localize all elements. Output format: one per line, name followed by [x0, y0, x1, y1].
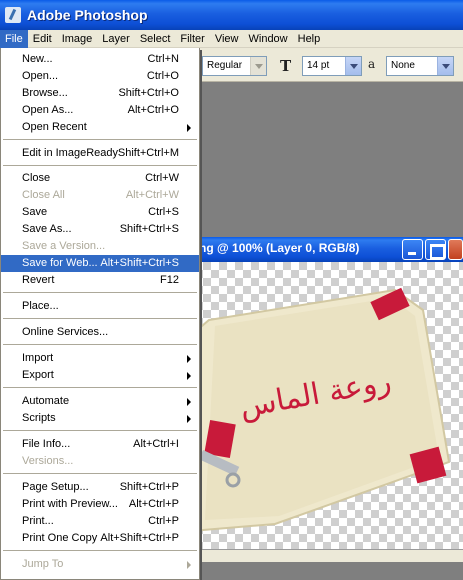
- menu-item-online-services[interactable]: Online Services...: [1, 324, 199, 341]
- font-style-select[interactable]: Regular: [202, 56, 267, 76]
- menu-filter[interactable]: Filter: [175, 30, 209, 48]
- menu-item-edit-in-imageready[interactable]: Edit in ImageReady Shift+Ctrl+M: [1, 145, 199, 162]
- menu-item-place[interactable]: Place...: [1, 298, 199, 315]
- menu-separator: [3, 344, 197, 345]
- menu-separator: [3, 550, 197, 551]
- menu-separator: [3, 139, 197, 140]
- menu-item-open[interactable]: Open... Ctrl+O: [1, 68, 199, 85]
- antialias-value: None: [391, 60, 415, 71]
- menu-item-print-with-preview[interactable]: Print with Preview... Alt+Ctrl+P: [1, 496, 199, 513]
- menu-item-browse[interactable]: Browse... Shift+Ctrl+O: [1, 85, 199, 102]
- menu-item-close-all: Close All Alt+Ctrl+W: [22, 189, 179, 201]
- font-size-select[interactable]: 14 pt: [302, 56, 362, 76]
- menu-layer[interactable]: Layer: [97, 30, 135, 48]
- submenu-arrow-icon: [187, 415, 191, 423]
- document-title-bar[interactable]: ng @ 100% (Layer 0, RGB/8): [195, 237, 463, 262]
- document-canvas[interactable]: روعة الماس: [195, 262, 463, 549]
- submenu-arrow-icon: [187, 355, 191, 363]
- menu-help[interactable]: Help: [293, 30, 326, 48]
- font-size-value: 14 pt: [307, 60, 330, 71]
- menu-item-jump-to: Jump To: [1, 556, 199, 573]
- font-style-value: Regular: [207, 60, 243, 71]
- submenu-arrow-icon: [187, 372, 191, 380]
- menu-item-open-recent[interactable]: Open Recent: [1, 119, 199, 136]
- menu-edit[interactable]: Edit: [28, 30, 57, 48]
- menu-item-open-as[interactable]: Open As... Alt+Ctrl+O: [1, 102, 199, 119]
- chevron-down-icon: [345, 57, 361, 75]
- menu-item-export[interactable]: Export: [1, 367, 199, 384]
- menu-select[interactable]: Select: [135, 30, 176, 48]
- document-window[interactable]: ng @ 100% (Layer 0, RGB/8) روعة الماس: [195, 237, 463, 562]
- window-title: Adobe Photoshop: [27, 7, 148, 23]
- menu-separator: [3, 387, 197, 388]
- menu-window[interactable]: Window: [244, 30, 293, 48]
- maximize-button[interactable]: [425, 239, 446, 260]
- menu-view[interactable]: View: [210, 30, 244, 48]
- menu-item-revert[interactable]: Revert F12: [1, 272, 199, 289]
- file-menu-dropdown: New... Ctrl+N Open... Ctrl+O Browse... Shif…: [0, 48, 200, 580]
- submenu-arrow-icon: [187, 124, 191, 132]
- menu-item-import[interactable]: Import: [1, 350, 199, 367]
- title-bar: Adobe Photoshop: [0, 0, 463, 30]
- menu-item-save-for-web[interactable]: Save for Web... Alt+Shift+Ctrl+S: [1, 255, 199, 272]
- menu-item-scripts[interactable]: Scripts: [1, 410, 199, 427]
- menu-separator: [3, 165, 197, 166]
- menu-image[interactable]: Image: [57, 30, 98, 48]
- chevron-down-icon: [437, 57, 453, 75]
- menu-item-file-info[interactable]: File Info... Alt+Ctrl+I: [1, 436, 199, 453]
- menu-separator: [3, 318, 197, 319]
- menu-item-automate[interactable]: Automate: [1, 393, 199, 410]
- menu-file[interactable]: File: [0, 29, 28, 48]
- menu-separator: [3, 430, 197, 431]
- menu-item-save-as[interactable]: Save As... Shift+Ctrl+S: [1, 221, 199, 238]
- submenu-arrow-icon: [187, 398, 191, 406]
- document-status-bar: [195, 549, 463, 562]
- photoshop-app-icon: [5, 7, 21, 23]
- chevron-down-icon: [250, 57, 266, 75]
- menu-item-print-one-copy[interactable]: Print One Copy Alt+Shift+Ctrl+P: [1, 530, 199, 547]
- menu-item-page-setup[interactable]: Page Setup... Shift+Ctrl+P: [1, 479, 199, 496]
- submenu-arrow-icon: [187, 561, 191, 569]
- minimize-button[interactable]: [402, 239, 423, 260]
- menu-item-save[interactable]: Save Ctrl+S: [1, 204, 199, 221]
- menu-bar: File Edit Image Layer Select Filter View…: [0, 29, 463, 48]
- menu-separator: [3, 473, 197, 474]
- menu-item-versions: Versions...: [22, 455, 74, 467]
- menu-item-new[interactable]: New... Ctrl+N: [1, 51, 199, 68]
- menu-item-close[interactable]: Close Ctrl+W: [1, 170, 199, 187]
- antialias-select[interactable]: None: [386, 56, 454, 76]
- antialias-icon: a: [368, 57, 376, 71]
- close-button[interactable]: [448, 239, 463, 260]
- artwork: روعة الماس: [195, 287, 451, 534]
- menu-separator: [3, 292, 197, 293]
- document-title: ng @ 100% (Layer 0, RGB/8): [199, 241, 360, 255]
- font-size-icon: T: [280, 57, 292, 75]
- menu-item-save-a-version: Save a Version...: [22, 240, 106, 252]
- menu-item-print[interactable]: Print... Ctrl+P: [1, 513, 199, 530]
